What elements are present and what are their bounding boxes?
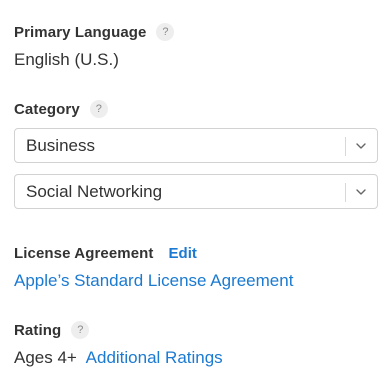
rating-label-row: Rating ?: [14, 319, 378, 341]
chevron-down-icon: [356, 189, 366, 195]
primary-language-section: Primary Language ? English (U.S.): [14, 21, 378, 72]
category-label-row: Category ?: [14, 98, 378, 120]
select-divider: [345, 183, 346, 202]
license-agreement-section: License Agreement Edit Apple’s Standard …: [14, 242, 378, 293]
category-label: Category: [14, 100, 80, 118]
standard-license-link[interactable]: Apple’s Standard License Agreement: [14, 271, 293, 290]
select-divider: [345, 137, 346, 156]
rating-label: Rating: [14, 321, 62, 339]
primary-language-value: English (U.S.): [14, 50, 119, 69]
primary-language-label-row: Primary Language ?: [14, 21, 378, 43]
category-section: Category ? Business Social Networking: [14, 98, 378, 209]
help-icon[interactable]: ?: [89, 100, 108, 118]
chevron-down-icon: [356, 143, 366, 149]
secondary-category-value: Social Networking: [26, 181, 163, 201]
additional-ratings-link[interactable]: Additional Ratings: [86, 348, 223, 367]
secondary-category-select[interactable]: Social Networking: [14, 174, 378, 209]
primary-category-select[interactable]: Business: [14, 128, 378, 163]
help-icon[interactable]: ?: [71, 321, 90, 339]
license-agreement-label-row: License Agreement Edit: [14, 242, 378, 264]
license-agreement-label: License Agreement: [14, 244, 154, 262]
app-info-panel: Primary Language ? English (U.S.) Catego…: [0, 0, 390, 390]
age-rating-value: Ages 4+: [14, 348, 77, 367]
rating-section: Rating ? Ages 4+ Additional Ratings: [14, 319, 378, 370]
license-agreement-value: Apple’s Standard License Agreement: [14, 269, 378, 293]
edit-license-link[interactable]: Edit: [169, 245, 197, 262]
rating-value-row: Ages 4+ Additional Ratings: [14, 346, 378, 370]
help-icon[interactable]: ?: [156, 23, 175, 41]
primary-category-value: Business: [26, 135, 95, 155]
primary-language-label: Primary Language: [14, 23, 147, 41]
